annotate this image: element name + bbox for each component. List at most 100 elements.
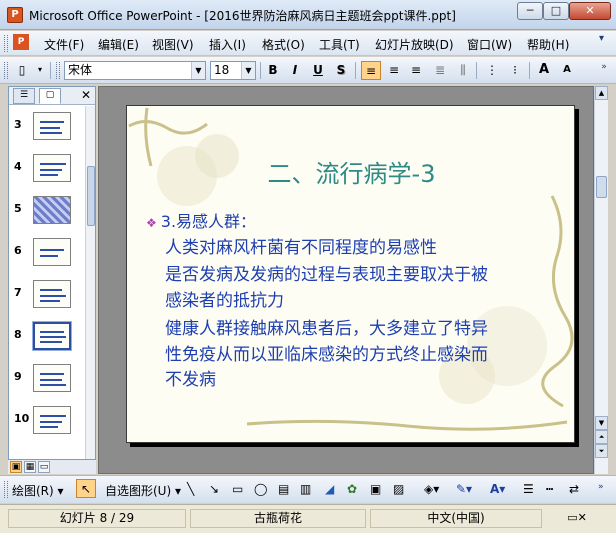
document-icon[interactable]: P: [13, 34, 29, 50]
slide-thumbnail-selected[interactable]: [32, 321, 72, 351]
minimize-button[interactable]: ─: [517, 2, 543, 20]
slide-thumbnail[interactable]: [33, 280, 71, 308]
slide-sorter-icon[interactable]: ▦: [24, 461, 36, 473]
body-line[interactable]: 人类对麻风杆菌有不同程度的易感性: [165, 237, 437, 259]
body-line[interactable]: 感染者的抵抗力: [165, 290, 284, 312]
toolbar-grip[interactable]: [4, 62, 8, 79]
align-right-icon[interactable]: ≡: [406, 61, 426, 80]
select-pointer-icon[interactable]: ↖: [76, 479, 96, 498]
slide-thumbnail[interactable]: [33, 364, 71, 392]
numbering-icon[interactable]: ⋮: [482, 61, 502, 80]
dash-style-icon[interactable]: ┅: [546, 482, 553, 496]
next-slide-icon[interactable]: ⏷: [595, 444, 608, 458]
thumbnail-item[interactable]: 9: [9, 364, 85, 406]
diagram-icon[interactable]: ✿: [347, 482, 357, 496]
distributed-align-icon[interactable]: ≣: [430, 61, 450, 80]
bullet-heading[interactable]: ❖ 3.易感人群：: [146, 208, 256, 232]
line-style-icon[interactable]: ☰: [523, 482, 534, 496]
line-tool-icon[interactable]: ╲: [187, 482, 194, 496]
scrollbar-thumb[interactable]: [596, 176, 607, 198]
body-line[interactable]: 健康人群接触麻风患者后，大多建立了特异: [165, 318, 488, 340]
menu-file[interactable]: 文件(F): [44, 36, 84, 53]
body-line[interactable]: 不发病: [165, 369, 216, 391]
font-name-value: 宋体: [68, 63, 93, 77]
wordart-icon[interactable]: ◢: [325, 482, 334, 496]
toolbar-grip[interactable]: [56, 62, 60, 79]
thumbnail-item[interactable]: 10: [9, 406, 85, 448]
scroll-down-icon[interactable]: ▼: [595, 416, 608, 430]
draw-menu-button[interactable]: 绘图(R) ▾: [12, 482, 64, 499]
vertical-textbox-icon[interactable]: ▥: [300, 482, 311, 496]
menu-edit[interactable]: 编辑(E): [98, 36, 139, 53]
chevron-down-icon[interactable]: ▼: [241, 62, 255, 79]
menu-slideshow[interactable]: 幻灯片放映(D): [375, 36, 454, 53]
slide-thumbnail[interactable]: [33, 196, 71, 224]
new-document-icon[interactable]: ▯: [12, 61, 32, 80]
grow-font-button[interactable]: A: [534, 61, 554, 80]
thumbnail-item[interactable]: 7: [9, 280, 85, 322]
toolbar-overflow-icon[interactable]: »: [598, 482, 604, 492]
slides-tab[interactable]: ▢: [39, 88, 61, 104]
slide-canvas[interactable]: 二、流行病学-3 ❖ 3.易感人群： 人类对麻风杆菌有不同程度的易感性 是否发病及…: [126, 105, 575, 443]
rectangle-tool-icon[interactable]: ▭: [232, 482, 243, 496]
bullets-icon[interactable]: ⁝: [505, 61, 525, 80]
outline-tab[interactable]: ☰: [13, 88, 35, 104]
picture-icon[interactable]: ▨: [393, 482, 404, 496]
menu-help[interactable]: 帮助(H): [527, 36, 569, 53]
close-button[interactable]: ✕: [569, 2, 611, 20]
font-color-icon[interactable]: A▾: [490, 482, 505, 496]
shadow-button[interactable]: S: [331, 61, 351, 80]
thumbnail-item[interactable]: 3: [9, 112, 85, 154]
align-left-icon[interactable]: ≡: [361, 61, 381, 80]
clipart-icon[interactable]: ▣: [370, 482, 381, 496]
thumbnail-item[interactable]: 8: [9, 321, 85, 364]
arrow-tool-icon[interactable]: ↘: [209, 482, 219, 496]
slide-thumbnail[interactable]: [33, 154, 71, 182]
line-color-icon[interactable]: ✎▾: [456, 482, 472, 496]
body-line[interactable]: 是否发病及发病的过程与表现主要取决于被: [165, 264, 488, 286]
normal-view-icon[interactable]: ▣: [10, 461, 22, 473]
maximize-button[interactable]: □: [543, 2, 569, 20]
menu-format[interactable]: 格式(O): [262, 36, 305, 53]
spelling-check-icon[interactable]: ▭✕: [546, 509, 608, 528]
scroll-up-icon[interactable]: ▲: [595, 86, 608, 100]
thumbnail-scrollbar[interactable]: [85, 106, 95, 459]
slide-thumbnail[interactable]: [33, 112, 71, 140]
underline-button[interactable]: U: [308, 61, 328, 80]
font-size-select[interactable]: 18 ▼: [210, 61, 256, 80]
autoshapes-menu-button[interactable]: 自选图形(U) ▾: [105, 482, 181, 499]
vertical-text-icon[interactable]: ⫼: [453, 61, 473, 80]
chevron-down-icon[interactable]: ▼: [191, 62, 205, 79]
slide-thumbnail[interactable]: [33, 406, 71, 434]
vertical-scrollbar[interactable]: ▲ ▼ ⏶ ⏷: [594, 86, 608, 474]
bold-button[interactable]: B: [263, 61, 283, 80]
oval-tool-icon[interactable]: ◯: [254, 482, 267, 496]
thumbnail-item[interactable]: 5: [9, 196, 85, 238]
close-icon[interactable]: ✕: [81, 88, 91, 102]
toolbar-grip[interactable]: [4, 35, 8, 52]
menu-insert[interactable]: 插入(I): [209, 36, 246, 53]
menu-tools[interactable]: 工具(T): [319, 36, 360, 53]
toolbar-options-icon[interactable]: ▾: [34, 61, 46, 80]
slideshow-view-icon[interactable]: ▭: [38, 461, 50, 473]
slide-thumbnail[interactable]: [33, 238, 71, 266]
fill-color-icon[interactable]: ◈▾: [424, 482, 439, 496]
font-name-select[interactable]: 宋体 ▼: [64, 61, 206, 80]
arrow-style-icon[interactable]: ⇄: [569, 482, 579, 496]
toolbar-overflow-icon[interactable]: »: [597, 58, 611, 77]
previous-slide-icon[interactable]: ⏶: [595, 430, 608, 444]
menu-window[interactable]: 窗口(W): [467, 36, 512, 53]
thumbnail-item[interactable]: 6: [9, 238, 85, 280]
align-center-icon[interactable]: ≡: [384, 61, 404, 80]
slide-title[interactable]: 二、流行病学-3: [127, 154, 574, 189]
menu-view[interactable]: 视图(V): [152, 36, 194, 53]
textbox-tool-icon[interactable]: ▤: [278, 482, 289, 496]
scrollbar-thumb[interactable]: [87, 166, 95, 226]
italic-button[interactable]: I: [285, 61, 305, 80]
toolbar-grip[interactable]: [4, 481, 8, 498]
body-line[interactable]: 性免疫从而以亚临床感染的方式终止感染而: [165, 344, 488, 366]
powerpoint-app-icon[interactable]: P: [7, 7, 23, 23]
shrink-font-button[interactable]: A: [557, 61, 577, 80]
thumbnail-item[interactable]: 4: [9, 154, 85, 196]
menu-overflow-icon[interactable]: ▾: [599, 33, 604, 44]
